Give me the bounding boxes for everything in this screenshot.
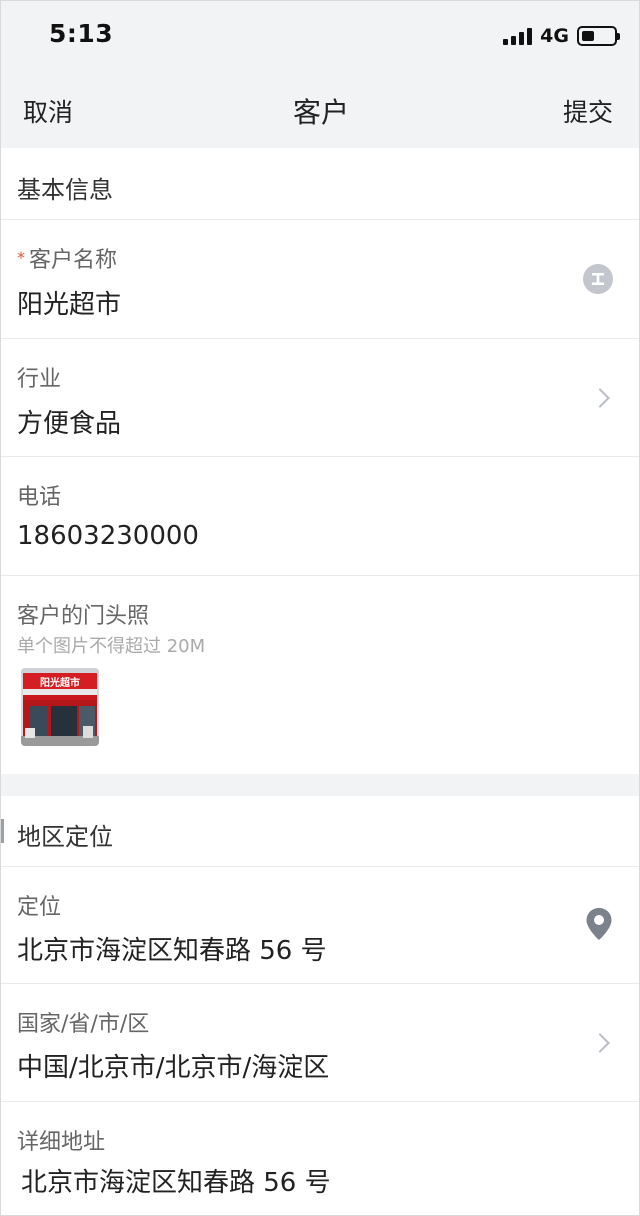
phone-input[interactable]: 18603230000 bbox=[17, 521, 199, 551]
battery-icon bbox=[577, 26, 620, 46]
field-address[interactable]: 详细地址 北京市海淀区知春路 56 号 bbox=[1, 1102, 639, 1215]
field-label: 定位 bbox=[17, 895, 62, 920]
field-customer-name[interactable]: * 客户名称 阳光超市 bbox=[1, 220, 639, 339]
upload-hint: 单个图片不得超过 20M bbox=[17, 636, 206, 657]
submit-button[interactable]: 提交 bbox=[563, 93, 613, 129]
field-label: 电话 bbox=[17, 485, 62, 510]
chevron-right-icon bbox=[590, 388, 610, 408]
chevron-right-icon bbox=[590, 1033, 610, 1053]
field-phone[interactable]: 电话 18603230000 bbox=[1, 457, 639, 576]
page-title: 客户 bbox=[292, 96, 349, 129]
field-label: 详细地址 bbox=[17, 1130, 106, 1155]
section-accent-bar bbox=[1, 819, 4, 843]
clear-text-icon[interactable] bbox=[583, 264, 613, 294]
network-type: 4G bbox=[540, 25, 569, 47]
navigation-bar: 取消 客户 提交 bbox=[1, 71, 639, 148]
industry-value: 方便食品 bbox=[17, 409, 122, 439]
location-pin-icon[interactable] bbox=[585, 907, 613, 941]
storefront-photo-thumbnail[interactable]: 阳光超市 bbox=[21, 668, 99, 746]
section-title: 地区定位 bbox=[17, 823, 113, 851]
status-bar: 5:13 4G bbox=[1, 1, 639, 71]
sign-text: 阳光超市 bbox=[40, 676, 80, 689]
field-label: 行业 bbox=[17, 367, 62, 392]
address-input[interactable]: 北京市海淀区知春路 56 号 bbox=[21, 1162, 331, 1199]
field-location[interactable]: 定位 北京市海淀区知春路 56 号 bbox=[1, 867, 639, 984]
cellular-signal-icon bbox=[503, 27, 533, 45]
area-value: 中国/北京市/北京市/海淀区 bbox=[17, 1053, 330, 1083]
field-industry[interactable]: 行业 方便食品 bbox=[1, 339, 639, 457]
app-screen: 5:13 4G 取消 客户 提交 基本信息 * 客户名称 阳光超市 行业 方便食… bbox=[0, 0, 640, 1216]
field-label: 国家/省/市/区 bbox=[17, 1012, 150, 1037]
status-time: 5:13 bbox=[49, 19, 114, 48]
field-label: * 客户名称 bbox=[17, 242, 117, 274]
required-mark: * bbox=[17, 248, 25, 267]
field-area[interactable]: 国家/省/市/区 中国/北京市/北京市/海淀区 bbox=[1, 984, 639, 1102]
field-label-text: 客户名称 bbox=[29, 248, 118, 273]
section-title: 基本信息 bbox=[17, 176, 113, 204]
customer-name-input[interactable]: 阳光超市 bbox=[17, 284, 121, 321]
status-indicators: 4G bbox=[503, 23, 620, 49]
section-divider bbox=[1, 774, 639, 796]
section-header-region: 地区定位 bbox=[1, 796, 639, 867]
location-value: 北京市海淀区知春路 56 号 bbox=[17, 936, 327, 966]
field-label: 客户的门头照 bbox=[17, 604, 150, 629]
section-header-basic-info: 基本信息 bbox=[1, 148, 639, 220]
